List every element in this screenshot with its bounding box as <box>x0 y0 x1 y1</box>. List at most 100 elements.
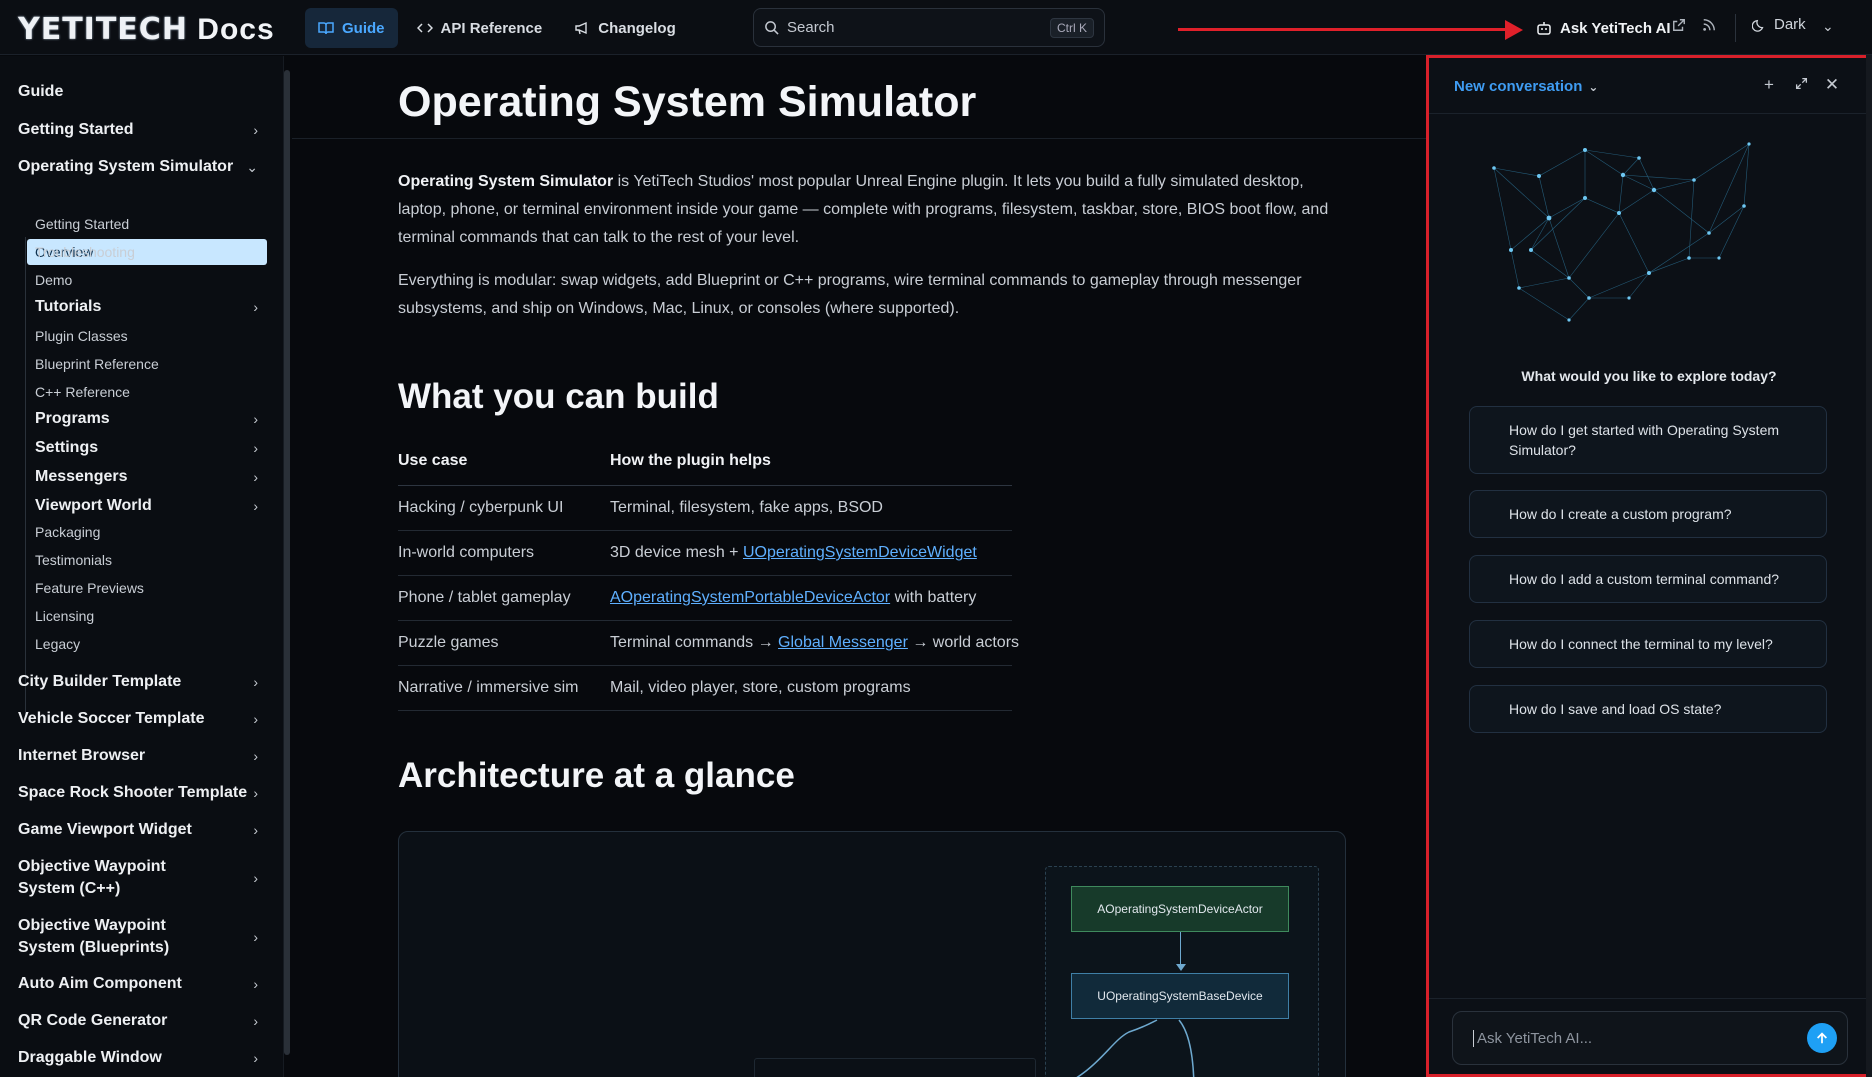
external-link-icon[interactable] <box>1670 18 1688 36</box>
sidebar-item-label: Settings <box>35 439 99 456</box>
sidebar-item-qr-code-generator[interactable]: QR Code Generator › <box>18 1012 258 1030</box>
sidebar-item-label: Testimonials <box>35 552 113 568</box>
sidebar-item-troubleshooting[interactable]: Troubleshooting <box>35 244 258 260</box>
sidebar-item-messengers[interactable]: Messengers › <box>35 468 258 486</box>
top-bar: YETITECH Docs Guide API Reference Change… <box>0 0 1872 55</box>
cell-text: 3D device mesh + <box>610 544 743 561</box>
logo[interactable]: YETITECH Docs <box>18 12 275 47</box>
send-button[interactable] <box>1807 1023 1837 1053</box>
sidebar-item-label: QR Code Generator <box>18 1012 168 1029</box>
suggestion-terminal-command[interactable]: How do I add a custom terminal command? <box>1469 555 1827 603</box>
sidebar-item-label: Messengers <box>35 468 128 485</box>
annotation-arrow-line <box>1178 28 1510 31</box>
sidebar-item-operating-system-simulator[interactable]: Operating System Simulator ⌄ <box>18 158 258 176</box>
intro-paragraph: Operating System Simulator is YetiTech S… <box>398 168 1348 252</box>
suggestion-connect-terminal[interactable]: How do I connect the terminal to my leve… <box>1469 620 1827 668</box>
rss-icon[interactable] <box>1700 18 1718 36</box>
table-cell-help: AOperatingSystemPortableDeviceActor with… <box>610 589 1012 607</box>
sidebar-item-cpp-reference[interactable]: C++ Reference <box>35 384 258 400</box>
sidebar-item-testimonials[interactable]: Testimonials <box>35 552 258 568</box>
sidebar-item-label: Demo <box>35 272 73 288</box>
sidebar-item-feature-previews[interactable]: Feature Previews <box>35 580 258 596</box>
table-row: Puzzle games Terminal commands → Global … <box>398 621 1019 666</box>
table-cell-use-case: Narrative / immersive sim <box>398 679 579 696</box>
ask-ai-label: Ask YetiTech AI <box>1560 19 1671 37</box>
table-row: Phone / tablet gameplay AOperatingSystem… <box>398 576 1012 621</box>
window-edge <box>1866 55 1872 1077</box>
table-row: Hacking / cyberpunk UI Terminal, filesys… <box>398 486 1012 531</box>
table-cell-use-case: Puzzle games <box>398 634 499 651</box>
sidebar-item-label: Feature Previews <box>35 580 144 596</box>
sidebar-item-programs[interactable]: Programs › <box>35 410 258 428</box>
link-global-messenger[interactable]: Global Messenger <box>778 634 908 651</box>
sidebar: Guide Getting Started › Operating System… <box>0 56 284 1077</box>
sidebar-item-label: Game Viewport Widget <box>18 821 192 838</box>
chevron-down-icon: ⌄ <box>246 158 258 175</box>
sidebar-item-objective-waypoint-blueprints[interactable]: Objective Waypoint System (Blueprints) › <box>18 915 258 959</box>
tab-api-reference[interactable]: API Reference <box>404 8 556 48</box>
table-cell-use-case: Hacking / cyberpunk UI <box>398 499 564 516</box>
suggestion-get-started[interactable]: How do I get started with Operating Syst… <box>1469 406 1827 474</box>
sidebar-item-vehicle-soccer-template[interactable]: Vehicle Soccer Template › <box>18 710 258 728</box>
sidebar-item-game-viewport-widget[interactable]: Game Viewport Widget › <box>18 821 258 839</box>
sidebar-item-internet-browser[interactable]: Internet Browser › <box>18 747 258 765</box>
sidebar-item-label: Space Rock Shooter Template <box>18 784 248 801</box>
ai-chat-input[interactable]: Ask YetiTech AI... <box>1452 1011 1848 1065</box>
plus-icon[interactable]: + <box>1759 75 1779 95</box>
sidebar-item-viewport-world[interactable]: Viewport World › <box>35 497 258 515</box>
chevron-down-icon[interactable]: ⌄ <box>1822 18 1834 35</box>
link-device-widget[interactable]: UOperatingSystemDeviceWidget <box>743 544 977 561</box>
sidebar-item-demo[interactable]: Demo <box>35 272 258 288</box>
sidebar-item-label: Draggable Window <box>18 1049 162 1066</box>
tab-changelog[interactable]: Changelog <box>561 8 689 48</box>
tab-api-reference-label: API Reference <box>440 19 543 37</box>
suggestion-custom-program[interactable]: How do I create a custom program? <box>1469 490 1827 538</box>
theme-toggle[interactable]: Dark <box>1752 16 1806 33</box>
chevron-right-icon: › <box>253 498 258 514</box>
sidebar-item-label: Blueprint Reference <box>35 356 159 372</box>
megaphone-icon <box>575 21 587 35</box>
suggestion-save-load[interactable]: How do I save and load OS state? <box>1469 685 1827 733</box>
sidebar-item-blueprint-reference[interactable]: Blueprint Reference <box>35 356 258 372</box>
sidebar-item-draggable-window[interactable]: Draggable Window › <box>18 1049 258 1067</box>
sidebar-item-settings[interactable]: Settings › <box>35 439 258 457</box>
search-input[interactable]: Search Ctrl K <box>753 8 1105 47</box>
sidebar-item-legacy[interactable]: Legacy <box>35 636 258 652</box>
close-icon[interactable]: ✕ <box>1822 75 1842 95</box>
tab-guide[interactable]: Guide <box>305 8 398 48</box>
sidebar-item-auto-aim-component[interactable]: Auto Aim Component › <box>18 975 258 993</box>
sidebar-item-space-rock-shooter-template[interactable]: Space Rock Shooter Template › <box>18 784 258 802</box>
search-placeholder: Search <box>787 19 835 36</box>
ask-ai-button[interactable]: Ask YetiTech AI <box>1536 14 1671 42</box>
sidebar-item-label: City Builder Template <box>18 673 182 690</box>
expand-icon[interactable] <box>1791 75 1811 95</box>
sidebar-item-os-getting-started[interactable]: Getting Started <box>35 216 258 232</box>
sidebar-item-plugin-classes[interactable]: Plugin Classes <box>35 328 258 344</box>
sidebar-item-objective-waypoint-cpp[interactable]: Objective Waypoint System (C++) › <box>18 856 258 900</box>
sidebar-item-label: Licensing <box>35 608 95 624</box>
chevron-right-icon: › <box>253 822 258 838</box>
chevron-right-icon: › <box>253 748 258 764</box>
sidebar-item-licensing[interactable]: Licensing <box>35 608 258 624</box>
sidebar-item-label: Objective Waypoint System (Blueprints) <box>18 917 170 956</box>
chevron-down-icon: ⌄ <box>1588 79 1599 94</box>
chevron-right-icon: › <box>253 440 258 456</box>
sidebar-scrollbar[interactable] <box>284 70 290 1055</box>
conversation-selector[interactable]: New conversation ⌄ <box>1454 78 1598 95</box>
sidebar-item-guide[interactable]: Guide <box>18 83 258 101</box>
sidebar-item-getting-started[interactable]: Getting Started › <box>18 121 258 139</box>
heading-what-you-can-build: What you can build <box>398 377 719 416</box>
modular-paragraph: Everything is modular: swap widgets, add… <box>398 272 1302 317</box>
sidebar-item-tutorials[interactable]: Tutorials › <box>35 298 258 316</box>
sidebar-item-label: Programs <box>35 410 110 427</box>
table-row: In-world computers 3D device mesh + UOpe… <box>398 531 1012 576</box>
robot-icon <box>1537 22 1551 35</box>
architecture-diagram[interactable]: AOperatingSystemDeviceActor UOperatingSy… <box>398 831 1346 1077</box>
link-portable-device-actor[interactable]: AOperatingSystemPortableDeviceActor <box>610 589 890 606</box>
sidebar-item-label: Vehicle Soccer Template <box>18 710 205 727</box>
sidebar-item-packaging[interactable]: Packaging <box>35 524 258 540</box>
ai-chat-panel: New conversation ⌄ + ✕ What would you li… <box>1426 55 1872 1077</box>
sidebar-item-city-builder-template[interactable]: City Builder Template › <box>18 673 258 691</box>
tab-changelog-label: Changelog <box>598 19 676 37</box>
table-row: Narrative / immersive sim Mail, video pl… <box>398 666 1012 711</box>
